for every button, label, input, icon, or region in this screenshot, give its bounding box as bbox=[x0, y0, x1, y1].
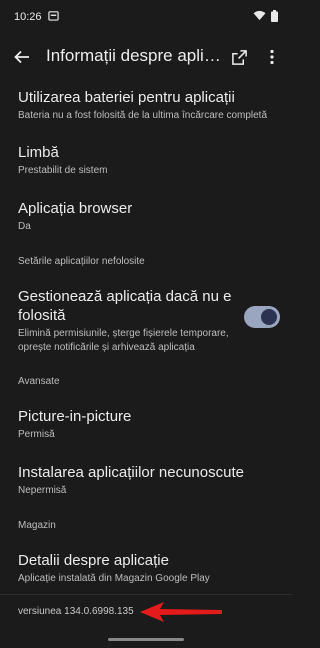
language-item[interactable]: Limbă Prestabilit de sistem bbox=[18, 143, 282, 178]
battery-usage-subtitle: Bateria nu a fost folosită de la ultima … bbox=[18, 110, 268, 121]
battery-usage-title: Utilizarea bateriei pentru aplicații bbox=[18, 89, 235, 106]
language-title: Limbă bbox=[18, 144, 59, 161]
toggle-knob bbox=[261, 309, 277, 325]
manage-unused-title: Gestionează aplicația dacă nu e folosită bbox=[18, 288, 232, 324]
manage-unused-subtitle: Elimină permisiunile, șterge fișierele t… bbox=[18, 328, 229, 353]
manage-unused-item[interactable]: Gestionează aplicația dacă nu e folosită… bbox=[18, 287, 236, 355]
language-subtitle: Prestabilit de sistem bbox=[18, 165, 108, 176]
app-bar: Informații despre aplicație bbox=[0, 34, 292, 80]
browser-app-title: Aplicația browser bbox=[18, 200, 133, 217]
unknown-apps-title: Instalarea aplicațiilor necunoscute bbox=[18, 464, 244, 481]
battery-icon bbox=[271, 9, 278, 25]
status-bar: 10:26 bbox=[0, 0, 292, 34]
browser-app-item[interactable]: Aplicația browser Da bbox=[18, 199, 282, 234]
more-options-icon[interactable] bbox=[260, 45, 284, 69]
wifi-icon bbox=[253, 10, 266, 24]
pip-subtitle: Permisă bbox=[18, 429, 55, 440]
unused-apps-header: Setările aplicațiilor nefolosite bbox=[18, 256, 145, 267]
status-time: 10:26 bbox=[14, 11, 42, 23]
app-details-title: Detalii despre aplicație bbox=[18, 552, 169, 569]
manage-unused-toggle[interactable] bbox=[244, 306, 280, 328]
unknown-apps-item[interactable]: Instalarea aplicațiilor necunoscute Nepe… bbox=[18, 463, 282, 498]
store-header: Magazin bbox=[18, 520, 56, 531]
pip-title: Picture-in-picture bbox=[18, 408, 132, 425]
page-title: Informații despre aplicație bbox=[46, 46, 222, 65]
calendar-icon bbox=[47, 10, 59, 24]
app-details-item[interactable]: Detalii despre aplicație Aplicație insta… bbox=[18, 551, 282, 586]
advanced-header: Avansate bbox=[18, 376, 60, 387]
annotation-arrow-icon bbox=[138, 600, 224, 629]
status-left: 10:26 bbox=[14, 10, 59, 24]
divider bbox=[0, 594, 292, 595]
open-external-icon[interactable] bbox=[227, 45, 251, 69]
unknown-apps-subtitle: Nepermisă bbox=[18, 485, 67, 496]
pip-item[interactable]: Picture-in-picture Permisă bbox=[18, 407, 282, 442]
version-text: versiunea 134.0.6998.135 bbox=[18, 606, 134, 617]
back-arrow-icon[interactable] bbox=[10, 45, 34, 69]
browser-app-subtitle: Da bbox=[18, 221, 31, 232]
gesture-nav-handle[interactable] bbox=[108, 638, 184, 641]
app-details-subtitle: Aplicație instalată din Magazin Google P… bbox=[18, 573, 210, 584]
battery-usage-item[interactable]: Utilizarea bateriei pentru aplicații Bat… bbox=[18, 88, 282, 123]
status-right bbox=[253, 9, 278, 25]
